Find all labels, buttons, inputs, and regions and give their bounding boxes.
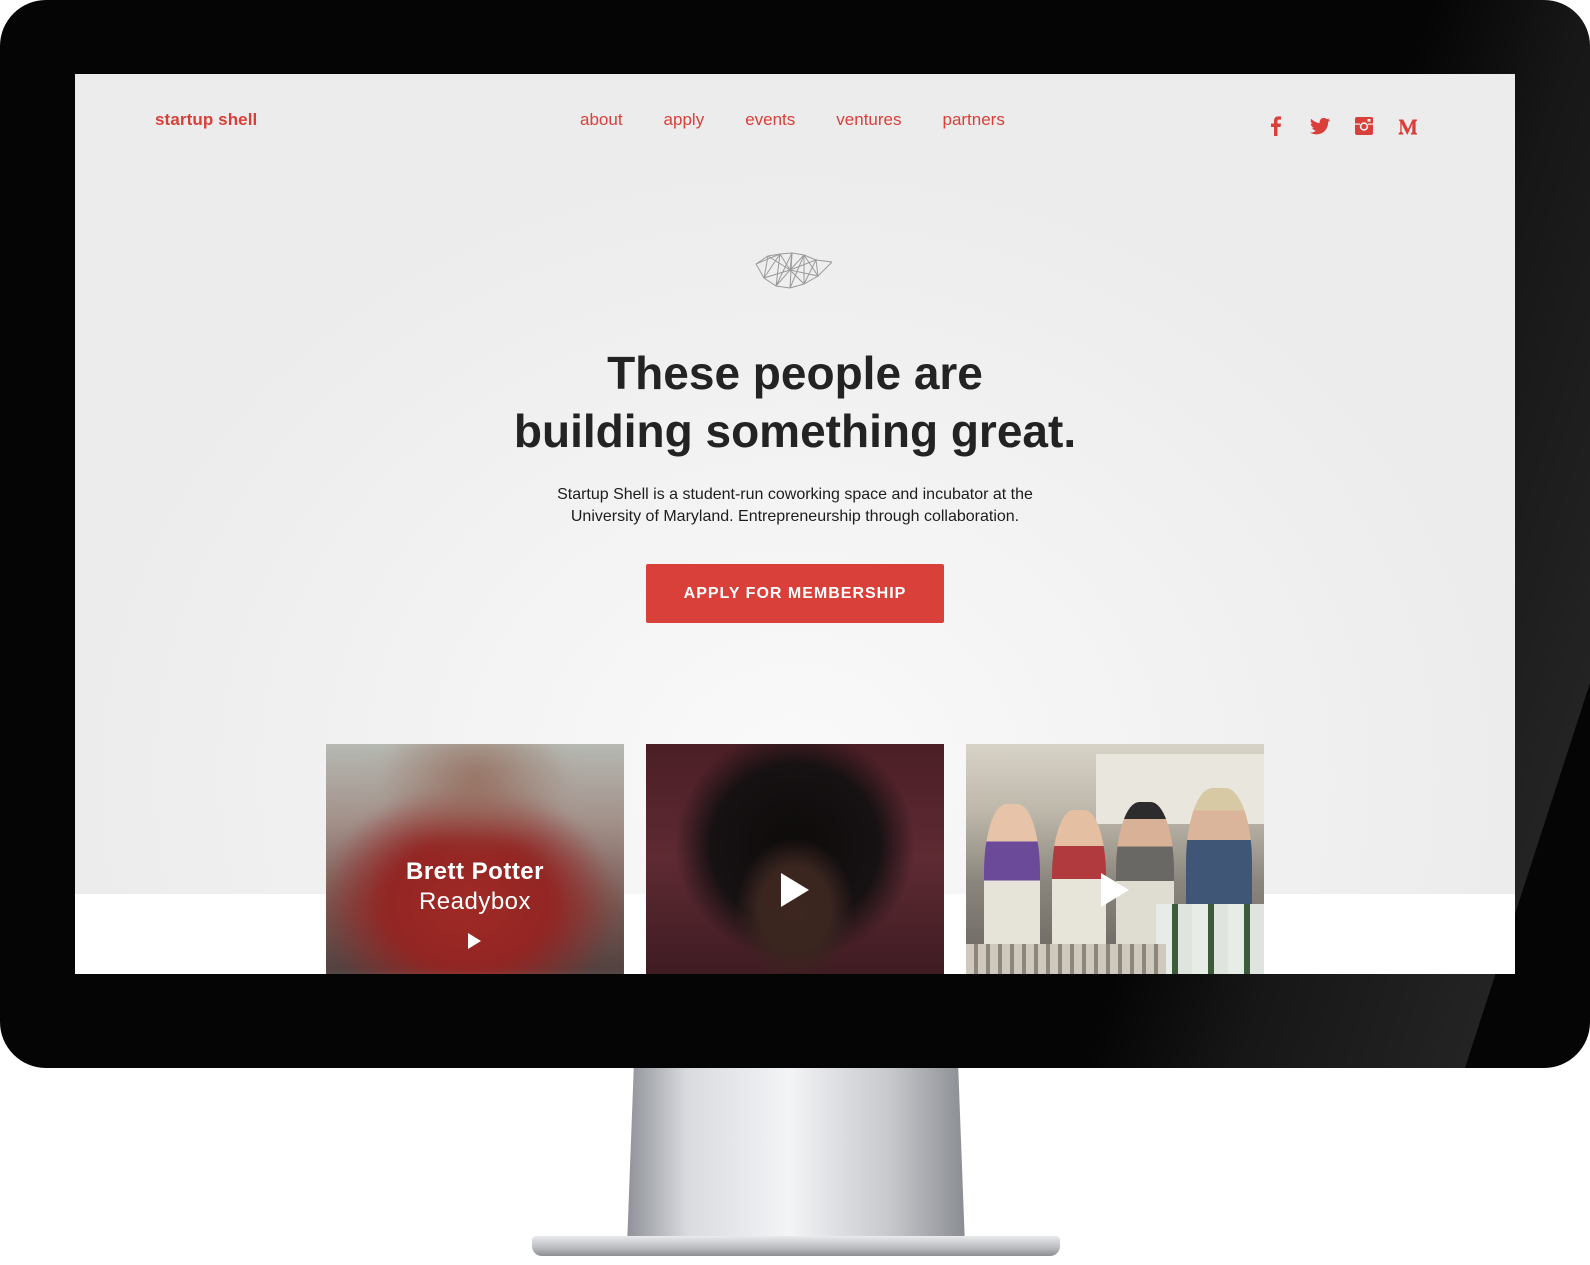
hero-description: Startup Shell is a student-run coworking… [495,484,1095,528]
video-card-portrait[interactable] [646,744,944,974]
stand-neck [627,1068,965,1246]
play-icon[interactable] [466,932,482,955]
facebook-icon[interactable] [1264,114,1288,138]
hero-heading: These people are building something grea… [395,344,1195,460]
stand-foot [532,1236,1060,1256]
social-links [1264,114,1420,138]
hero-description-line-1: Startup Shell is a student-run coworking… [557,486,1033,503]
video-thumbnail [646,744,944,974]
nav-link-events[interactable]: events [745,110,795,130]
site-logo[interactable]: startup shell [155,110,257,130]
nav-link-about[interactable]: about [580,110,623,130]
geometric-shell-logo [754,250,834,295]
thumbnail-product-bags [1156,904,1264,974]
play-icon[interactable] [1099,872,1131,913]
instagram-icon[interactable] [1352,114,1376,138]
hero-heading-line-2: building something great. [513,405,1077,457]
nav-link-partners[interactable]: partners [942,110,1004,130]
nav-link-apply[interactable]: apply [664,110,705,130]
video-card-readybox[interactable]: Brett Potter Readybox [326,744,624,974]
thumbnail-tray [966,944,1166,974]
monitor-mockup: startup shell about apply events venture… [0,0,1590,1265]
medium-icon[interactable] [1396,114,1420,138]
video-card-team[interactable] [966,744,1264,974]
founder-name: Brett Potter [405,858,544,885]
hero-description-line-2: University of Maryland. Entrepreneurship… [570,508,1020,525]
company-name: Readybox [418,888,532,915]
website-screen: startup shell about apply events venture… [75,74,1515,974]
monitor-stand [532,1068,1060,1258]
apply-for-membership-button[interactable]: APPLY FOR MEMBERSHIP [646,564,944,623]
nav-link-ventures[interactable]: ventures [836,110,901,130]
hero-heading-line-1: These people are [607,347,983,399]
main-nav: about apply events ventures partners [580,110,1005,130]
twitter-icon[interactable] [1308,114,1332,138]
play-icon[interactable] [779,872,811,913]
